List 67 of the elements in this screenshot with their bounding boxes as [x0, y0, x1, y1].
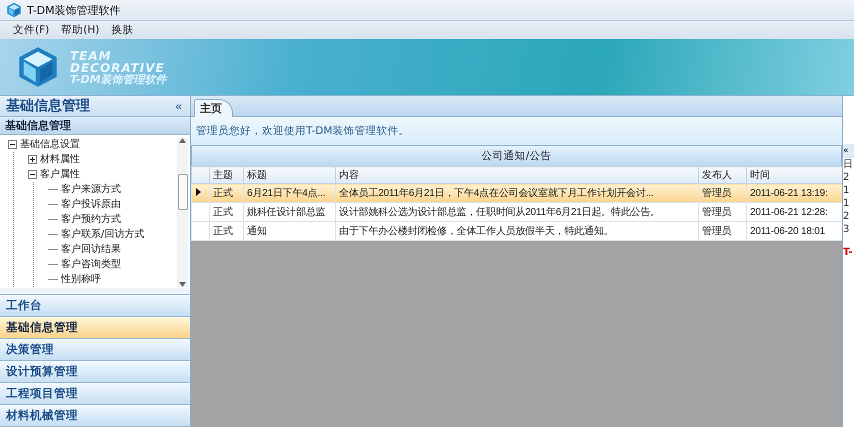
tree-item[interactable]: 客户属性: [40, 167, 80, 182]
scroll-up-icon: [179, 138, 186, 143]
table-row[interactable]: 正式 通知 由于下午办公楼封闭检修，全体工作人员放假半天，特此通知。 管理员 2011-06-20 18:01: [192, 222, 842, 240]
product-name: T-DM装饰管理软件: [70, 74, 167, 84]
table-cell: 设计部姚科公选为设计部总监，任职时间从2011年6月21日起。特此公告。: [336, 202, 698, 222]
column-header[interactable]: 发布人: [698, 166, 746, 184]
brand-text: TEAM: [70, 50, 113, 62]
table-cell: 管理员: [698, 222, 746, 240]
expand-icon[interactable]: [28, 154, 37, 164]
nav-item[interactable]: 工程项目管理: [0, 383, 190, 406]
scroll-thumb[interactable]: [178, 174, 188, 210]
column-header[interactable]: 标题: [244, 166, 336, 184]
table-row[interactable]: 正式 6月21日下午4点... 全体员工2011年6月21日，下午4点在公司会议室就下月工作计划开会讨... 管理员 2011-06-21 13:19:: [192, 184, 842, 202]
row-pointer-icon: [196, 188, 201, 196]
column-header[interactable]: 时间: [746, 166, 842, 184]
welcome-text: 管理员您好，欢迎使用T-DM装饰管理软件。: [191, 117, 842, 145]
table-cell: 由于下午办公楼封闭检修，全体工作人员放假半天，特此通知。: [336, 222, 698, 240]
menu-item[interactable]: 帮助(H): [56, 22, 104, 38]
nav-item[interactable]: 决策管理: [0, 339, 190, 362]
table-cell: 正式: [210, 184, 244, 202]
table-cell: 6月21日下午4点...: [244, 184, 336, 202]
tree-item[interactable]: 基础信息设置: [20, 137, 80, 152]
list-item: 2: [843, 171, 850, 184]
menu-item[interactable]: 文件(F): [8, 22, 54, 38]
table-cell: 2011-06-21 13:19:: [746, 184, 842, 202]
nav-item[interactable]: 材料机械管理: [0, 405, 190, 427]
panel-text: T-: [843, 246, 854, 259]
collapse-button[interactable]: «: [173, 98, 184, 113]
tree-item[interactable]: 客户投诉原由: [61, 197, 121, 212]
tree-item[interactable]: 客户回访结果: [61, 242, 121, 256]
tree-item[interactable]: 客户咨询类型: [61, 257, 121, 272]
tree-item[interactable]: 材料属性: [40, 152, 80, 166]
nav-item[interactable]: 工作台: [0, 295, 190, 318]
tree-item[interactable]: 性别称呼: [61, 272, 101, 286]
section-header: 基础信息管理: [0, 116, 190, 135]
brand-text: DECORATIVE: [70, 62, 165, 74]
tree-item[interactable]: 客户来源方式: [61, 182, 121, 196]
column-header[interactable]: 主题: [210, 166, 244, 184]
tree-item[interactable]: 客户预约方式: [61, 212, 121, 226]
list-item: 2: [843, 210, 850, 223]
table-cell: 通知: [244, 222, 336, 240]
collapse-icon[interactable]: [28, 170, 37, 179]
menu-item[interactable]: 换肤: [106, 22, 138, 38]
app-logo-icon: [6, 2, 22, 18]
table-row[interactable]: 正式 姚科任设计部总监 设计部姚科公选为设计部总监，任职时间从2011年6月21日起。特此公告。 管理员 2011-06-21 12:28:: [192, 202, 842, 222]
tree-item[interactable]: 客户联系/回访方式: [61, 227, 144, 242]
table-cell: 全体员工2011年6月21日，下午4点在公司会议室就下月工作计划开会讨...: [336, 184, 698, 202]
table-cell: 正式: [210, 222, 244, 240]
splitter-handle[interactable]: [0, 288, 190, 296]
column-header[interactable]: 内容: [336, 166, 698, 184]
list-item: 1: [843, 184, 850, 197]
sidebar-title: 基础信息管理: [6, 96, 90, 115]
window-title: T-DM装饰管理软件: [27, 2, 121, 18]
list-item: 3: [843, 223, 850, 236]
collapse-button[interactable]: «: [843, 144, 854, 158]
table-cell: 管理员: [698, 202, 746, 222]
scrollbar[interactable]: [177, 138, 188, 288]
grid-title: 公司通知/公告: [191, 145, 842, 166]
tab[interactable]: 主页: [194, 99, 233, 117]
table-cell: 姚科任设计部总监: [244, 202, 336, 222]
table-cell: 正式: [210, 202, 244, 222]
column-header: 日: [843, 158, 854, 171]
list-item: 1: [843, 197, 850, 210]
nav-item[interactable]: 基础信息管理: [0, 317, 190, 340]
collapse-icon[interactable]: [8, 140, 17, 149]
table-cell: 管理员: [698, 184, 746, 202]
nav-item[interactable]: 设计预算管理: [0, 361, 190, 384]
